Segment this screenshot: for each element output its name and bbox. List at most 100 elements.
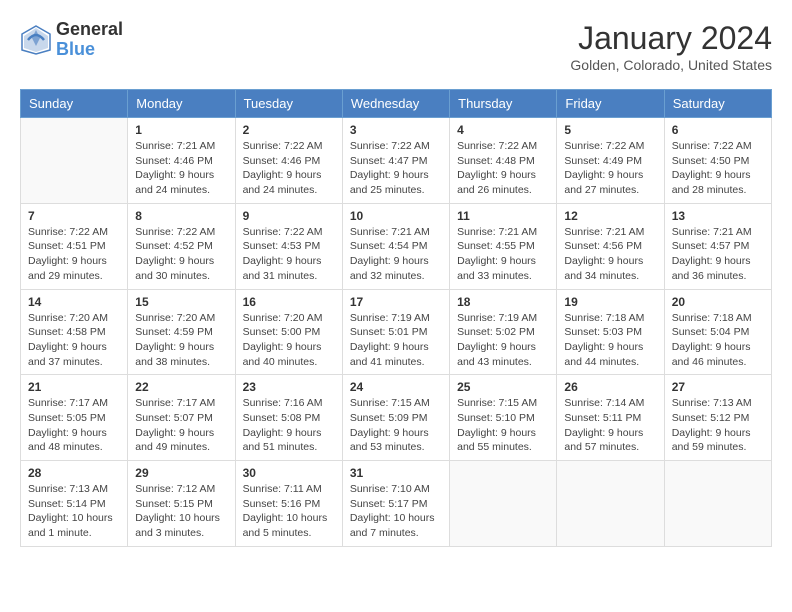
- day-number: 9: [243, 209, 335, 223]
- day-number: 11: [457, 209, 549, 223]
- day-info: Sunrise: 7:22 AMSunset: 4:52 PMDaylight:…: [135, 225, 227, 284]
- table-row: 28 Sunrise: 7:13 AMSunset: 5:14 PMDayligh…: [21, 461, 128, 547]
- logo-text: General Blue: [56, 20, 123, 60]
- table-row: 31 Sunrise: 7:10 AMSunset: 5:17 PMDayligh…: [342, 461, 449, 547]
- table-row: [450, 461, 557, 547]
- col-thursday: Thursday: [450, 90, 557, 118]
- table-row: 30 Sunrise: 7:11 AMSunset: 5:16 PMDayligh…: [235, 461, 342, 547]
- day-number: 24: [350, 380, 442, 394]
- calendar-week-row: 21 Sunrise: 7:17 AMSunset: 5:05 PMDayligh…: [21, 375, 772, 461]
- day-number: 21: [28, 380, 120, 394]
- day-info: Sunrise: 7:15 AMSunset: 5:10 PMDaylight:…: [457, 396, 549, 455]
- title-section: January 2024 Golden, Colorado, United St…: [570, 20, 772, 73]
- day-number: 25: [457, 380, 549, 394]
- table-row: 21 Sunrise: 7:17 AMSunset: 5:05 PMDayligh…: [21, 375, 128, 461]
- day-number: 18: [457, 295, 549, 309]
- day-info: Sunrise: 7:22 AMSunset: 4:53 PMDaylight:…: [243, 225, 335, 284]
- table-row: 4Sunrise: 7:22 AMSunset: 4:48 PMDaylight…: [450, 118, 557, 204]
- table-row: 3Sunrise: 7:22 AMSunset: 4:47 PMDaylight…: [342, 118, 449, 204]
- day-number: 26: [564, 380, 656, 394]
- table-row: 6 Sunrise: 7:22 AMSunset: 4:50 PMDaylight…: [664, 118, 771, 204]
- day-info: Sunrise: 7:18 AMSunset: 5:03 PMDaylight:…: [564, 311, 656, 370]
- day-info: Sunrise: 7:22 AMSunset: 4:49 PMDaylight:…: [564, 139, 656, 198]
- day-number: 2: [243, 123, 335, 137]
- day-number: 7: [28, 209, 120, 223]
- table-row: 10Sunrise: 7:21 AMSunset: 4:54 PMDayligh…: [342, 203, 449, 289]
- calendar-week-row: 7 Sunrise: 7:22 AMSunset: 4:51 PMDaylight…: [21, 203, 772, 289]
- day-info: Sunrise: 7:21 AMSunset: 4:57 PMDaylight:…: [672, 225, 764, 284]
- day-info: Sunrise: 7:22 AMSunset: 4:51 PMDaylight:…: [28, 225, 120, 284]
- day-number: 6: [672, 123, 764, 137]
- day-number: 14: [28, 295, 120, 309]
- day-info: Sunrise: 7:13 AMSunset: 5:12 PMDaylight:…: [672, 396, 764, 455]
- day-number: 3: [350, 123, 442, 137]
- table-row: 29Sunrise: 7:12 AMSunset: 5:15 PMDayligh…: [128, 461, 235, 547]
- day-info: Sunrise: 7:11 AMSunset: 5:16 PMDaylight:…: [243, 482, 335, 541]
- calendar-table: Sunday Monday Tuesday Wednesday Thursday…: [20, 89, 772, 547]
- table-row: [21, 118, 128, 204]
- table-row: 27 Sunrise: 7:13 AMSunset: 5:12 PMDayligh…: [664, 375, 771, 461]
- table-row: 7 Sunrise: 7:22 AMSunset: 4:51 PMDaylight…: [21, 203, 128, 289]
- day-info: Sunrise: 7:22 AMSunset: 4:46 PMDaylight:…: [243, 139, 335, 198]
- day-info: Sunrise: 7:21 AMSunset: 4:46 PMDaylight:…: [135, 139, 227, 198]
- table-row: 8 Sunrise: 7:22 AMSunset: 4:52 PMDaylight…: [128, 203, 235, 289]
- day-info: Sunrise: 7:17 AMSunset: 5:05 PMDaylight:…: [28, 396, 120, 455]
- day-number: 28: [28, 466, 120, 480]
- calendar-week-row: 1 Sunrise: 7:21 AMSunset: 4:46 PMDaylight…: [21, 118, 772, 204]
- day-number: 17: [350, 295, 442, 309]
- day-info: Sunrise: 7:13 AMSunset: 5:14 PMDaylight:…: [28, 482, 120, 541]
- page-header: General Blue January 2024 Golden, Colora…: [20, 20, 772, 73]
- table-row: 12Sunrise: 7:21 AMSunset: 4:56 PMDayligh…: [557, 203, 664, 289]
- col-wednesday: Wednesday: [342, 90, 449, 118]
- day-info: Sunrise: 7:15 AMSunset: 5:09 PMDaylight:…: [350, 396, 442, 455]
- table-row: [664, 461, 771, 547]
- day-info: Sunrise: 7:10 AMSunset: 5:17 PMDaylight:…: [350, 482, 442, 541]
- day-number: 20: [672, 295, 764, 309]
- table-row: 13 Sunrise: 7:21 AMSunset: 4:57 PMDayligh…: [664, 203, 771, 289]
- day-number: 27: [672, 380, 764, 394]
- table-row: 1 Sunrise: 7:21 AMSunset: 4:46 PMDaylight…: [128, 118, 235, 204]
- table-row: 16Sunrise: 7:20 AMSunset: 5:00 PMDayligh…: [235, 289, 342, 375]
- day-info: Sunrise: 7:16 AMSunset: 5:08 PMDaylight:…: [243, 396, 335, 455]
- day-number: 23: [243, 380, 335, 394]
- col-tuesday: Tuesday: [235, 90, 342, 118]
- table-row: 9 Sunrise: 7:22 AMSunset: 4:53 PMDaylight…: [235, 203, 342, 289]
- table-row: 25 Sunrise: 7:15 AMSunset: 5:10 PMDayligh…: [450, 375, 557, 461]
- table-row: 22 Sunrise: 7:17 AMSunset: 5:07 PMDayligh…: [128, 375, 235, 461]
- day-number: 4: [457, 123, 549, 137]
- day-number: 29: [135, 466, 227, 480]
- day-info: Sunrise: 7:22 AMSunset: 4:50 PMDaylight:…: [672, 139, 764, 198]
- day-info: Sunrise: 7:20 AMSunset: 4:58 PMDaylight:…: [28, 311, 120, 370]
- table-row: 15Sunrise: 7:20 AMSunset: 4:59 PMDayligh…: [128, 289, 235, 375]
- day-number: 22: [135, 380, 227, 394]
- col-monday: Monday: [128, 90, 235, 118]
- day-info: Sunrise: 7:17 AMSunset: 5:07 PMDaylight:…: [135, 396, 227, 455]
- logo-blue-text: Blue: [56, 40, 123, 60]
- day-info: Sunrise: 7:19 AMSunset: 5:02 PMDaylight:…: [457, 311, 549, 370]
- day-info: Sunrise: 7:21 AMSunset: 4:55 PMDaylight:…: [457, 225, 549, 284]
- day-info: Sunrise: 7:14 AMSunset: 5:11 PMDaylight:…: [564, 396, 656, 455]
- table-row: 23 Sunrise: 7:16 AMSunset: 5:08 PMDayligh…: [235, 375, 342, 461]
- day-number: 16: [243, 295, 335, 309]
- col-sunday: Sunday: [21, 90, 128, 118]
- day-info: Sunrise: 7:19 AMSunset: 5:01 PMDaylight:…: [350, 311, 442, 370]
- day-number: 13: [672, 209, 764, 223]
- table-row: 18 Sunrise: 7:19 AMSunset: 5:02 PMDayligh…: [450, 289, 557, 375]
- table-row: 14 Sunrise: 7:20 AMSunset: 4:58 PMDayligh…: [21, 289, 128, 375]
- day-number: 30: [243, 466, 335, 480]
- day-number: 19: [564, 295, 656, 309]
- day-info: Sunrise: 7:21 AMSunset: 4:56 PMDaylight:…: [564, 225, 656, 284]
- day-number: 5: [564, 123, 656, 137]
- table-row: 5 Sunrise: 7:22 AMSunset: 4:49 PMDaylight…: [557, 118, 664, 204]
- table-row: 11 Sunrise: 7:21 AMSunset: 4:55 PMDayligh…: [450, 203, 557, 289]
- day-number: 31: [350, 466, 442, 480]
- calendar-week-row: 14 Sunrise: 7:20 AMSunset: 4:58 PMDayligh…: [21, 289, 772, 375]
- calendar-week-row: 28 Sunrise: 7:13 AMSunset: 5:14 PMDayligh…: [21, 461, 772, 547]
- day-number: 8: [135, 209, 227, 223]
- logo-icon: [20, 24, 52, 56]
- table-row: 24 Sunrise: 7:15 AMSunset: 5:09 PMDayligh…: [342, 375, 449, 461]
- day-number: 1: [135, 123, 227, 137]
- month-title: January 2024: [570, 20, 772, 57]
- col-friday: Friday: [557, 90, 664, 118]
- table-row: 17 Sunrise: 7:19 AMSunset: 5:01 PMDayligh…: [342, 289, 449, 375]
